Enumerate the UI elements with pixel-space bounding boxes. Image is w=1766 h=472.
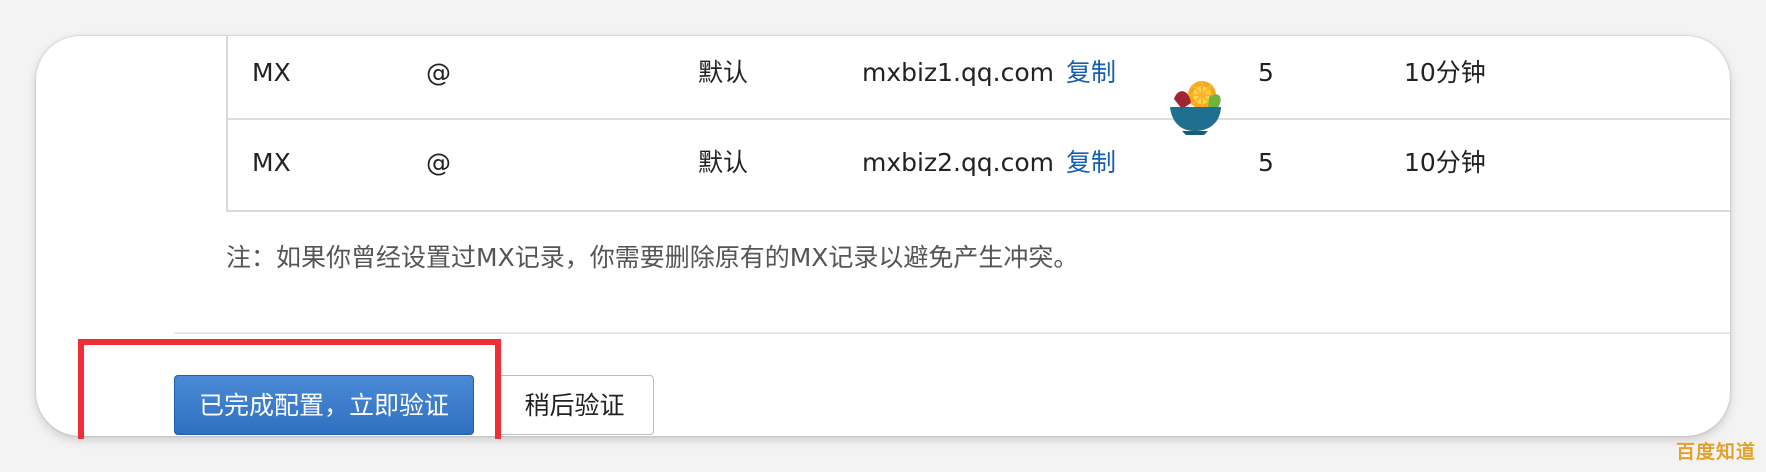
record-type-cell: MX <box>252 148 291 177</box>
record-value-text: mxbiz2.qq.com <box>862 148 1055 177</box>
priority-cell: 5 <box>1258 148 1274 177</box>
section-divider <box>174 332 1730 334</box>
record-value-text: mxbiz1.qq.com <box>862 58 1055 87</box>
fruit-bowl-icon <box>1170 81 1221 135</box>
verify-later-button[interactable]: 稍后验证 <box>495 375 654 435</box>
table-row: MX @ 默认 mxbiz2.qq.com 复制 5 10分钟 <box>228 120 1730 209</box>
screenshot-card: MX @ 默认 mxbiz1.qq.com 复制 5 10分钟 MX @ 默认 m… <box>36 36 1730 436</box>
host-record-cell: @ <box>426 58 451 87</box>
baidu-zhidao-watermark: 百度知道 <box>1675 441 1756 463</box>
record-value-cell: mxbiz1.qq.com 复制 <box>862 57 1116 89</box>
dns-records-table: MX @ 默认 mxbiz1.qq.com 复制 5 10分钟 MX @ 默认 m… <box>226 36 1730 212</box>
line-type-cell: 默认 <box>698 58 749 87</box>
ttl-cell: 10分钟 <box>1404 58 1486 87</box>
line-type-cell: 默认 <box>698 148 749 177</box>
record-type-cell: MX <box>252 58 291 87</box>
table-row: MX @ 默认 mxbiz1.qq.com 复制 5 10分钟 <box>228 36 1730 120</box>
verify-now-button[interactable]: 已完成配置，立即验证 <box>174 375 474 435</box>
priority-cell: 5 <box>1258 58 1274 87</box>
mx-conflict-notice: 注：如果你曾经设置过MX记录，你需要删除原有的MX记录以避免产生冲突。 <box>226 243 1079 272</box>
copy-value-link[interactable]: 复制 <box>1066 58 1116 87</box>
copy-value-link[interactable]: 复制 <box>1066 148 1116 177</box>
record-value-cell: mxbiz2.qq.com 复制 <box>862 147 1116 179</box>
host-record-cell: @ <box>426 148 451 177</box>
ttl-cell: 10分钟 <box>1404 148 1486 177</box>
